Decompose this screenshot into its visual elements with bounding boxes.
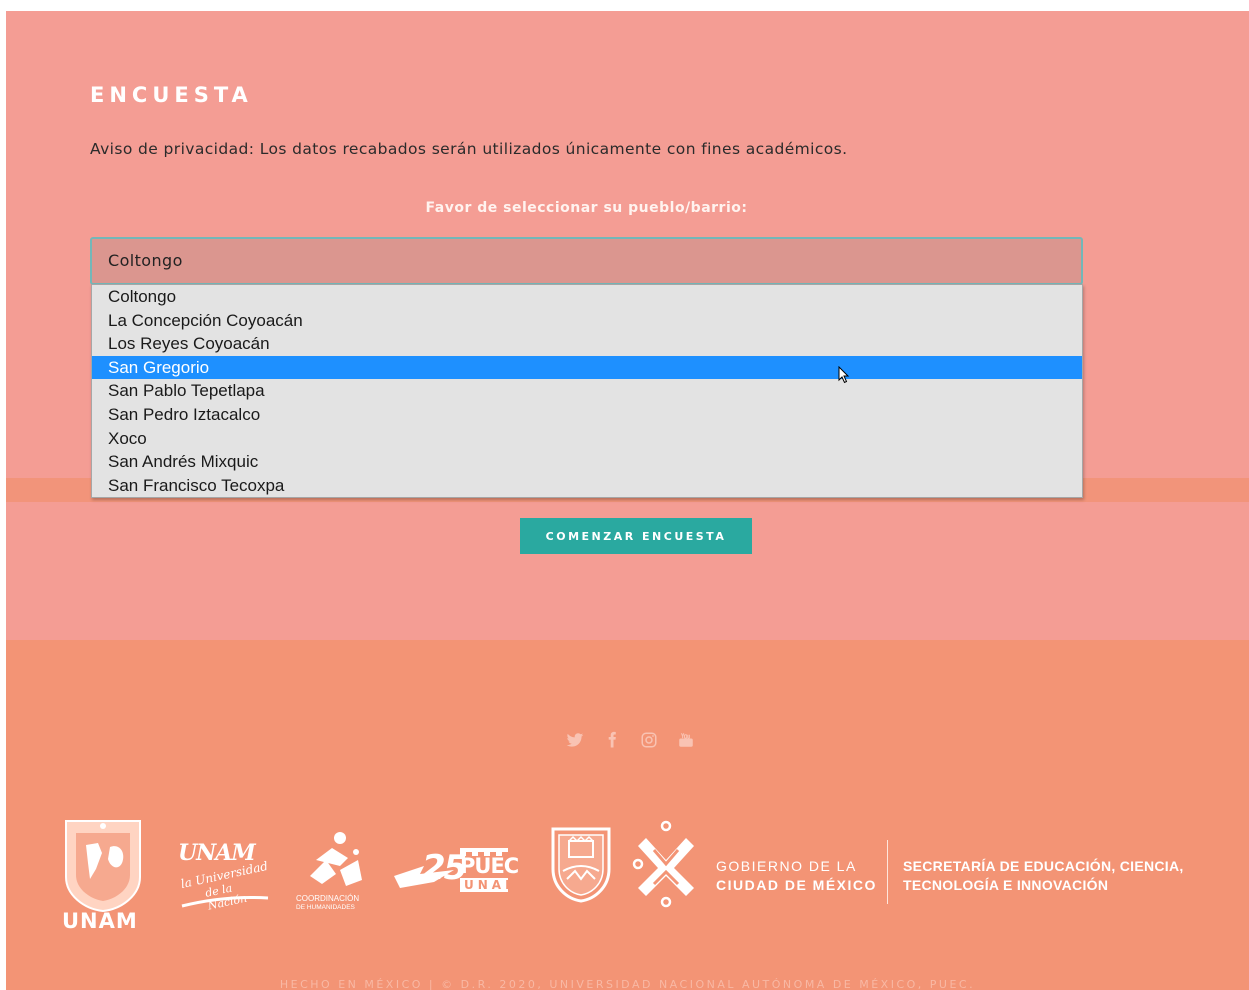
privacy-notice: Aviso de privacidad: Los datos recabados… — [90, 140, 848, 158]
dropdown-option[interactable]: Los Reyes Coyoacán — [92, 332, 1082, 356]
coordinacion-line1: COORDINACIÓN — [296, 894, 360, 903]
cdmx-glyph-logo[interactable] — [632, 820, 702, 910]
puec-unam: UNAM — [464, 878, 522, 892]
secretaria-text: SECRETARÍA DE EDUCACIÓN, CIENCIA, TECNOL… — [903, 857, 1243, 895]
unam-nacion-logo[interactable]: UNAM la Universidad de la Nación — [176, 840, 272, 920]
dropdown-option[interactable]: San Pablo Tepetlapa — [92, 379, 1082, 403]
secretaria-line2: TECNOLOGÍA E INNOVACIÓN — [903, 877, 1109, 893]
coordinacion-humanidades-logo[interactable]: COORDINACIÓN DE HUMANIDADES — [296, 830, 376, 920]
dropdown-option-highlighted[interactable]: San Gregorio — [92, 355, 1082, 380]
pueblo-select-value: Coltongo — [108, 251, 183, 270]
secretaria-line1: SECRETARÍA DE EDUCACIÓN, CIENCIA, — [903, 858, 1184, 874]
gobierno-line2: CIUDAD DE MÉXICO — [716, 877, 877, 893]
twitter-icon[interactable] — [566, 731, 584, 749]
start-survey-button[interactable]: COMENZAR ENCUESTA — [520, 518, 752, 554]
logo-separator — [887, 840, 888, 904]
puec-number: 25 — [422, 848, 467, 888]
puec-25-logo[interactable]: 25 PUEC UNAM — [394, 840, 519, 900]
dropdown-option[interactable]: San Andrés Mixquic — [92, 450, 1082, 474]
mouse-cursor-icon — [838, 366, 850, 384]
unam-wordmark: UNAM — [62, 909, 138, 933]
page-title: ENCUESTA — [90, 83, 253, 107]
copyright-text: HECHO EN MÉXICO | © D.R. 2020, UNIVERSID… — [279, 978, 976, 990]
pueblo-dropdown-list[interactable]: Coltongo La Concepción Coyoacán Los Reye… — [91, 284, 1083, 498]
dropdown-option[interactable]: Coltongo — [92, 285, 1082, 309]
pueblo-select[interactable]: Coltongo — [90, 237, 1083, 285]
gobierno-line1: GOBIERNO DE LA — [716, 858, 857, 874]
footer: UNAM UNAM la Universidad de la Nación CO… — [6, 640, 1249, 990]
facebook-icon[interactable] — [603, 731, 621, 749]
survey-page: ENCUESTA Aviso de privacidad: Los datos … — [6, 11, 1249, 990]
unam-shield-logo[interactable]: UNAM — [60, 817, 146, 935]
dropdown-option[interactable]: San Francisco Tecoxpa — [92, 474, 1082, 498]
dropdown-option[interactable]: San Pedro Iztacalco — [92, 403, 1082, 427]
social-links — [566, 729, 695, 751]
cdmx-shield-logo[interactable] — [549, 825, 613, 903]
dropdown-option[interactable]: La Concepción Coyoacán — [92, 309, 1082, 333]
dropdown-option[interactable]: Xoco — [92, 427, 1082, 451]
instagram-icon[interactable] — [640, 731, 658, 749]
coordinacion-line2: DE HUMANIDADES — [296, 904, 355, 911]
select-prompt: Favor de seleccionar su pueblo/barrio: — [425, 200, 748, 216]
gobierno-cdmx-text: GOBIERNO DE LA CIUDAD DE MÉXICO — [716, 857, 877, 895]
puec-name: PUEC — [460, 854, 519, 878]
youtube-icon[interactable] — [677, 731, 695, 749]
